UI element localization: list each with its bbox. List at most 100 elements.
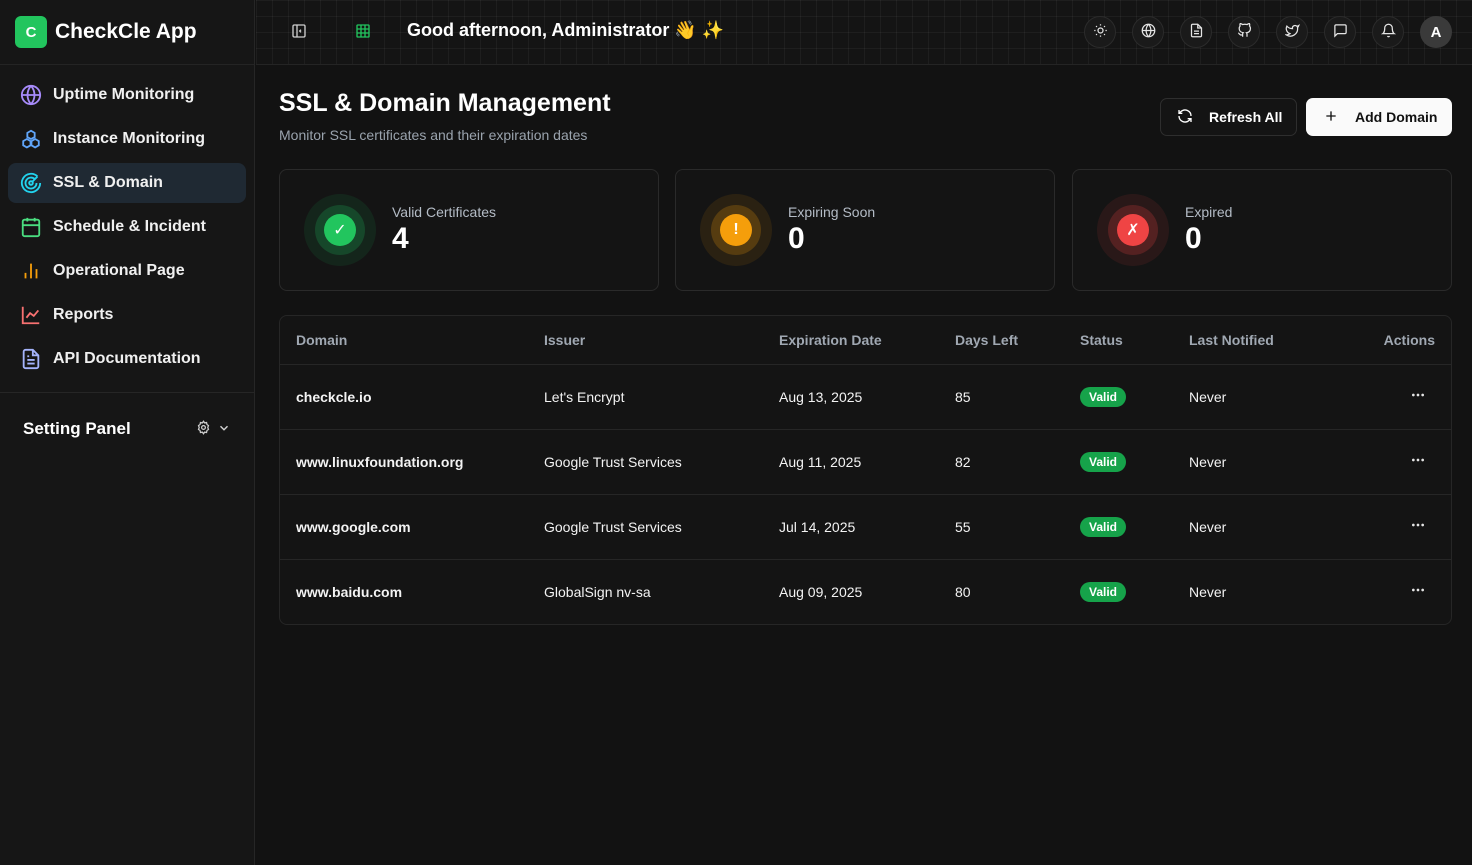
table-row[interactable]: www.baidu.com GlobalSign nv-sa Aug 09, 2…	[280, 559, 1451, 624]
panel-left-icon	[291, 23, 307, 42]
cell-last-notified: Never	[1189, 494, 1361, 560]
cell-actions	[1361, 429, 1451, 495]
cell-domain: checkcle.io	[280, 364, 544, 430]
grid-view-button[interactable]	[347, 16, 379, 48]
sidebar-toggle-button[interactable]	[283, 16, 315, 48]
sidebar-item-label: Instance Monitoring	[53, 130, 205, 147]
cell-status: Valid	[1080, 559, 1189, 624]
stat-card-expiring-soon: ! Expiring Soon 0	[675, 169, 1055, 291]
refresh-all-button[interactable]: Refresh All	[1160, 98, 1297, 136]
stat-ring: ✓	[304, 194, 376, 266]
sidebar-item-label: Operational Page	[53, 262, 185, 279]
cell-issuer: Google Trust Services	[544, 429, 779, 495]
github-button[interactable]	[1228, 16, 1260, 48]
cell-issuer: Let's Encrypt	[544, 364, 779, 430]
page-title: SSL & Domain Management	[279, 89, 611, 117]
notifications-button[interactable]	[1372, 16, 1404, 48]
cell-days-left: 85	[955, 364, 1080, 430]
column-header-last-notified[interactable]: Last Notified	[1189, 316, 1361, 365]
twitter-icon	[1283, 23, 1300, 41]
page-subtitle: Monitor SSL certificates and their expir…	[279, 127, 588, 143]
cell-days-left: 82	[955, 429, 1080, 495]
line-chart-icon	[20, 304, 42, 326]
column-header-status[interactable]: Status	[1080, 316, 1189, 365]
language-button[interactable]	[1132, 16, 1164, 48]
sidebar-item-label: Schedule & Incident	[53, 218, 206, 235]
cell-last-notified: Never	[1189, 583, 1227, 600]
file-icon	[1189, 23, 1204, 41]
chevron-down-icon	[217, 421, 231, 438]
cell-actions	[1361, 559, 1451, 624]
column-header-issuer[interactable]: Issuer	[544, 316, 779, 365]
grid-icon	[355, 23, 371, 42]
brand[interactable]: C CheckCle App	[0, 0, 254, 65]
calendar-icon	[20, 216, 42, 238]
column-header-days-left[interactable]: Days Left	[955, 316, 1080, 365]
gear-icon	[196, 420, 211, 438]
sidebar-item-instance-monitoring[interactable]: Instance Monitoring	[8, 119, 246, 159]
sidebar-item-schedule-incident[interactable]: Schedule & Incident	[8, 207, 246, 247]
refresh-all-label: Refresh All	[1209, 109, 1283, 125]
setting-panel-toggle[interactable]: Setting Panel	[0, 393, 254, 465]
more-horizontal-icon	[1412, 588, 1424, 592]
setting-panel-label: Setting Panel	[23, 419, 131, 438]
chat-button[interactable]	[1324, 16, 1356, 48]
more-actions-button[interactable]	[1406, 452, 1430, 468]
theme-toggle-button[interactable]	[1084, 16, 1116, 48]
table-row[interactable]: www.linuxfoundation.org Google Trust Ser…	[280, 429, 1451, 495]
stat-value: 0	[788, 222, 805, 255]
status-badge: Valid	[1080, 516, 1127, 537]
more-actions-button[interactable]	[1406, 387, 1430, 403]
cell-expiration: Jul 14, 2025	[779, 494, 955, 560]
add-domain-label: Add Domain	[1355, 109, 1438, 125]
sidebar-item-reports[interactable]: Reports	[8, 295, 246, 335]
table-row[interactable]: checkcle.io Let's Encrypt Aug 13, 2025 8…	[280, 364, 1451, 430]
more-actions-button[interactable]	[1406, 582, 1430, 598]
cell-status: Valid	[1080, 429, 1189, 495]
app-logo: C	[15, 16, 47, 48]
github-icon	[1237, 22, 1252, 41]
plus-icon	[1323, 108, 1355, 127]
sidebar-item-ssl-domain[interactable]: SSL & Domain	[8, 163, 246, 203]
cell-issuer: GlobalSign nv-sa	[544, 583, 651, 600]
cell-expiration: Aug 09, 2025	[779, 583, 863, 600]
cell-last-notified: Never	[1189, 364, 1361, 430]
column-header-expiration-date[interactable]: Expiration Date	[779, 316, 955, 365]
stat-label: Expiring Soon	[788, 204, 876, 220]
sidebar-nav: Uptime Monitoring Instance Monitoring SS…	[0, 65, 254, 379]
cell-actions	[1361, 494, 1451, 560]
sidebar: C CheckCle App Uptime Monitoring Instanc…	[0, 0, 255, 865]
twitter-button[interactable]	[1276, 16, 1308, 48]
sidebar-item-label: API Documentation	[53, 350, 201, 367]
table-row[interactable]: www.google.com Google Trust Services Jul…	[280, 494, 1451, 560]
user-avatar[interactable]: A	[1420, 16, 1452, 48]
sidebar-item-uptime-monitoring[interactable]: Uptime Monitoring	[8, 75, 246, 115]
alert-icon: !	[720, 214, 752, 246]
column-header-domain[interactable]: Domain	[280, 316, 544, 365]
stat-card-valid: ✓ Valid Certificates 4	[279, 169, 659, 291]
check-icon: ✓	[324, 214, 356, 246]
more-horizontal-icon	[1412, 523, 1424, 527]
ssl-domain-table: Domain Issuer Expiration Date Days Left …	[279, 315, 1452, 625]
cell-expiration: Aug 13, 2025	[779, 364, 955, 430]
cell-last-notified: Never	[1189, 429, 1361, 495]
add-domain-button[interactable]: Add Domain	[1306, 98, 1452, 136]
cell-days-left: 55	[955, 494, 1080, 560]
more-actions-button[interactable]	[1406, 517, 1430, 533]
table-header-row: Domain Issuer Expiration Date Days Left …	[280, 316, 1451, 365]
sidebar-item-api-documentation[interactable]: API Documentation	[8, 339, 246, 379]
cell-domain: www.linuxfoundation.org	[280, 429, 544, 495]
file-text-icon	[20, 348, 42, 370]
app-name: CheckCle App	[55, 20, 197, 43]
sidebar-item-label: SSL & Domain	[53, 174, 163, 191]
globe-icon	[20, 84, 42, 106]
docs-button[interactable]	[1180, 16, 1212, 48]
cell-days-left: 80	[955, 583, 971, 600]
top-header: Good afternoon, Administrator 👋 ✨ A	[256, 0, 1472, 65]
sun-icon	[1093, 23, 1108, 41]
radar-icon	[20, 172, 42, 194]
stat-label: Expired	[1185, 204, 1233, 220]
more-horizontal-icon	[1412, 393, 1424, 397]
stat-ring: !	[700, 194, 772, 266]
sidebar-item-operational-page[interactable]: Operational Page	[8, 251, 246, 291]
